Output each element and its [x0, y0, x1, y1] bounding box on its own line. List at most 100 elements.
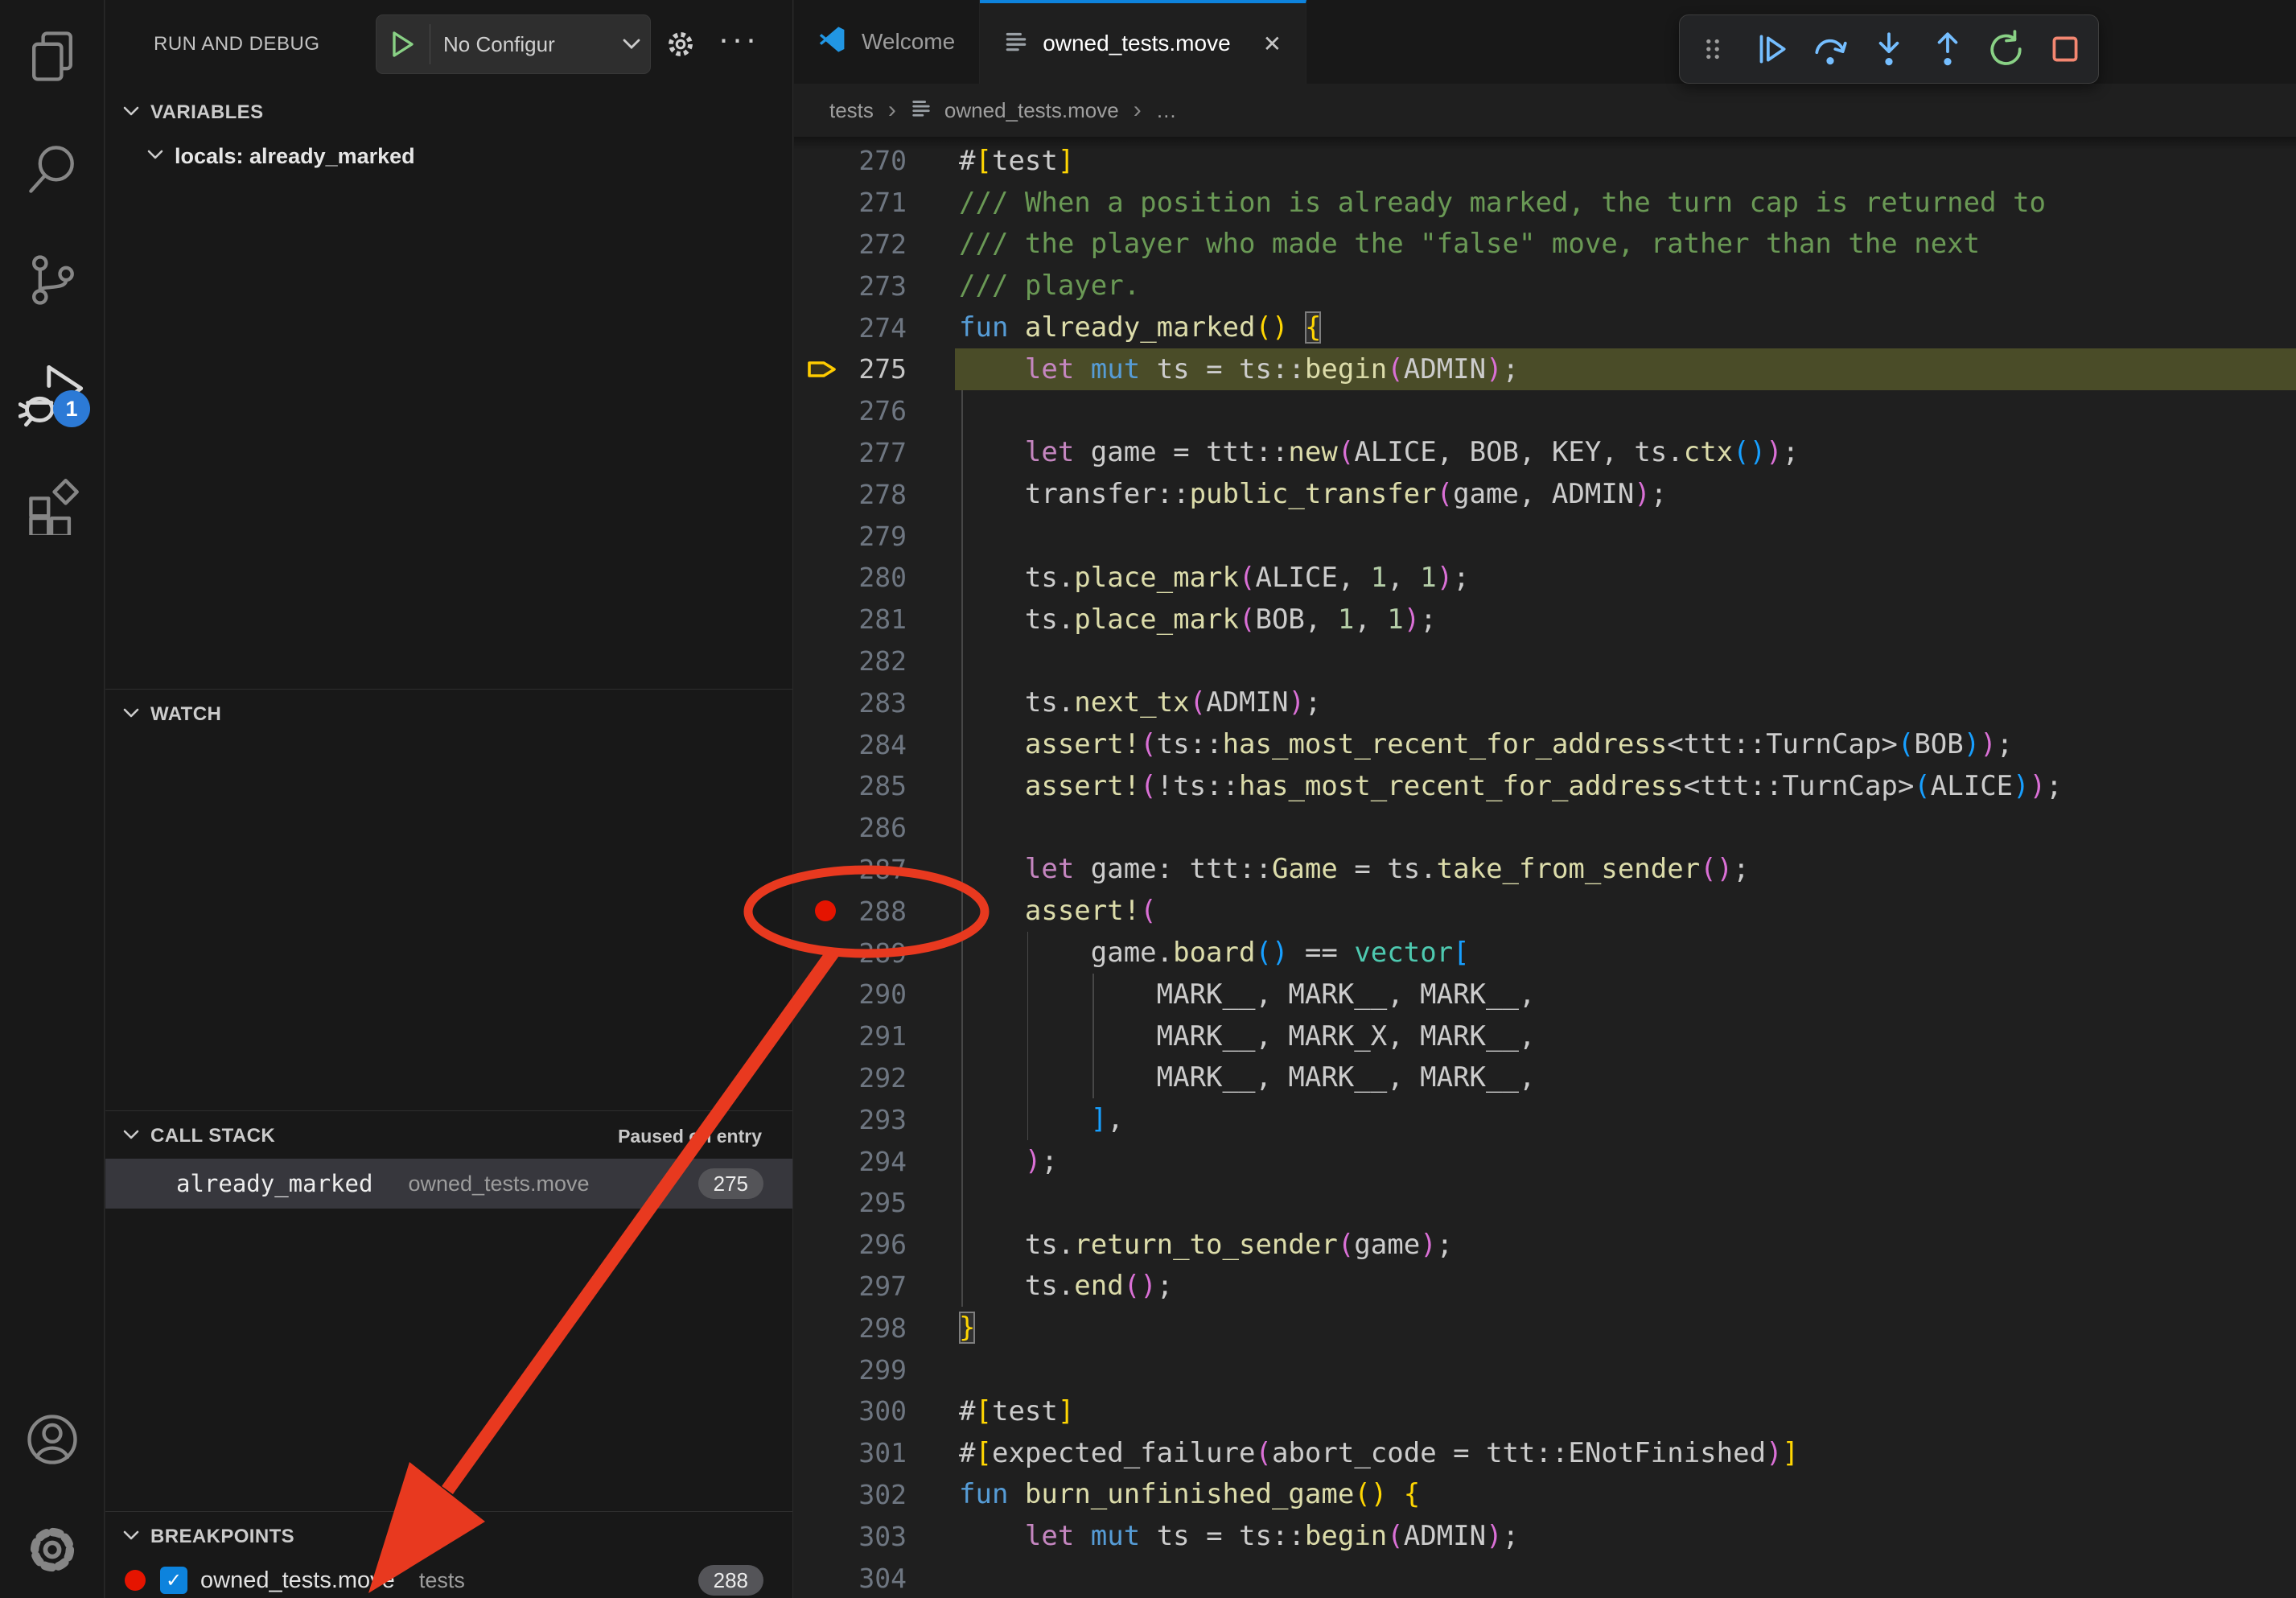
extensions-icon[interactable] [16, 468, 88, 541]
breakpoint-list-item[interactable]: ✓ owned_tests.move tests 288 [105, 1559, 792, 1598]
line-number: 298 [841, 1312, 907, 1344]
glyph-margin[interactable] [794, 348, 841, 390]
explorer-icon[interactable] [16, 20, 88, 93]
scroll-shadow [794, 137, 2296, 150]
chevron-down-icon [613, 38, 650, 51]
code-text: MARK__, MARK__, MARK__, [907, 978, 1535, 1011]
glyph-margin[interactable] [794, 974, 841, 1015]
run-and-debug-icon[interactable]: 1 [16, 358, 88, 430]
line-number: 301 [841, 1437, 907, 1468]
variables-locals-scope[interactable]: locals: already_marked [105, 135, 792, 177]
code-token: let [1025, 853, 1074, 885]
glyph-margin[interactable] [794, 1224, 841, 1266]
breakpoint-line-badge: 288 [698, 1565, 763, 1596]
glyph-margin[interactable] [794, 265, 841, 307]
glyph-margin[interactable] [794, 1515, 841, 1557]
glyph-margin[interactable] [794, 1307, 841, 1349]
tab-welcome[interactable]: Welcome [794, 0, 980, 84]
line-number: 276 [841, 395, 907, 426]
close-icon[interactable]: ✕ [1263, 31, 1282, 57]
account-icon[interactable] [16, 1403, 88, 1476]
chevron-down-icon [123, 105, 139, 121]
glyph-margin[interactable] [794, 1182, 841, 1224]
glyph-margin[interactable] [794, 1098, 841, 1140]
debug-settings-gear-icon[interactable] [659, 14, 702, 74]
glyph-margin[interactable] [794, 1432, 841, 1474]
code-token: fun [959, 1478, 1008, 1510]
continue-button[interactable] [1746, 21, 1797, 77]
glyph-margin[interactable] [794, 307, 841, 348]
glyph-margin[interactable] [794, 224, 841, 266]
glyph-margin[interactable] [794, 849, 841, 891]
glyph-margin[interactable] [794, 1349, 841, 1390]
call-stack-section-header[interactable]: CALL STACK Paused on entry [105, 1115, 792, 1157]
restart-button[interactable] [1981, 21, 2032, 77]
glyph-margin[interactable] [794, 390, 841, 432]
code-line-278: 278 transfer::public_transfer(game, ADMI… [794, 473, 2296, 515]
code-text: ); [907, 1145, 1058, 1177]
call-stack-frame-row[interactable]: already_marked owned_tests.move 275 [105, 1159, 792, 1209]
source-control-icon[interactable] [16, 244, 88, 316]
glyph-margin[interactable] [794, 765, 841, 807]
code-token: ts. [959, 603, 1074, 636]
glyph-margin[interactable] [794, 682, 841, 723]
step-into-button[interactable] [1863, 21, 1915, 77]
glyph-margin[interactable] [794, 640, 841, 682]
glyph-margin[interactable] [794, 1390, 841, 1432]
run-play-icon[interactable] [376, 15, 430, 73]
glyph-margin[interactable] [794, 932, 841, 974]
code-token: ( [1338, 1229, 1354, 1261]
stop-button[interactable] [2039, 21, 2091, 77]
code-editor[interactable]: 270#[test]271/// When a position is alre… [794, 137, 2296, 1598]
glyph-margin[interactable] [794, 1140, 841, 1182]
step-over-button[interactable] [1804, 21, 1856, 77]
glyph-margin[interactable] [794, 473, 841, 515]
breadcrumb-item[interactable]: … [1156, 98, 1177, 123]
glyph-margin[interactable] [794, 557, 841, 599]
code-token: ) [1420, 1229, 1436, 1261]
breakpoint-dot-icon[interactable] [815, 900, 836, 921]
glyph-margin[interactable] [794, 1266, 841, 1308]
glyph-margin[interactable] [794, 807, 841, 849]
code-text: let game: ttt::Game = ts.take_from_sende… [907, 853, 1750, 885]
glyph-margin[interactable] [794, 1057, 841, 1099]
breadcrumb-item[interactable]: owned_tests.move [944, 98, 1119, 123]
launch-config-dropdown[interactable]: No Configur [376, 14, 651, 74]
more-actions-icon[interactable]: ··· [717, 14, 760, 74]
code-token: ) [1404, 603, 1420, 636]
glyph-margin[interactable] [794, 432, 841, 474]
code-text: MARK__, MARK_X, MARK__, [907, 1020, 1535, 1052]
glyph-margin[interactable] [794, 723, 841, 765]
code-token: assert! [1025, 728, 1140, 760]
variables-section-header[interactable]: VARIABLES [105, 92, 792, 134]
breakpoint-checkbox[interactable]: ✓ [160, 1567, 187, 1594]
tab-owned-tests-move[interactable]: owned_tests.move ✕ [980, 0, 1306, 84]
breakpoints-section-header[interactable]: BREAKPOINTS [105, 1516, 792, 1558]
glyph-margin[interactable] [794, 1015, 841, 1057]
code-token: transfer:: [959, 478, 1190, 510]
line-number: 271 [841, 187, 907, 218]
code-line-285: 285 assert!(!ts::has_most_recent_for_add… [794, 765, 2296, 807]
glyph-margin[interactable] [794, 1557, 841, 1598]
glyph-margin[interactable] [794, 599, 841, 640]
code-token: ( [1700, 853, 1716, 885]
glyph-margin[interactable] [794, 890, 841, 932]
line-number: 290 [841, 978, 907, 1010]
glyph-margin[interactable] [794, 1474, 841, 1516]
search-icon[interactable] [16, 133, 88, 205]
line-number: 302 [841, 1479, 907, 1510]
code-line-290: 290 MARK__, MARK__, MARK__, [794, 974, 2296, 1015]
code-text: game.board() == vector[ [907, 937, 1470, 969]
toolbar-drag-grip[interactable] [1687, 21, 1738, 77]
glyph-margin[interactable] [794, 182, 841, 224]
code-line-300: 300#[test] [794, 1390, 2296, 1432]
code-token [1288, 311, 1304, 344]
step-out-button[interactable] [1922, 21, 1973, 77]
code-line-282: 282 [794, 640, 2296, 682]
glyph-margin[interactable] [794, 515, 841, 557]
breadcrumb-item[interactable]: tests [829, 98, 874, 123]
watch-section-header[interactable]: WATCH [105, 694, 792, 735]
code-token: ) [1766, 1437, 1782, 1469]
settings-gear-icon[interactable] [16, 1514, 88, 1586]
code-text: /// When a position is already marked, t… [907, 187, 2046, 219]
